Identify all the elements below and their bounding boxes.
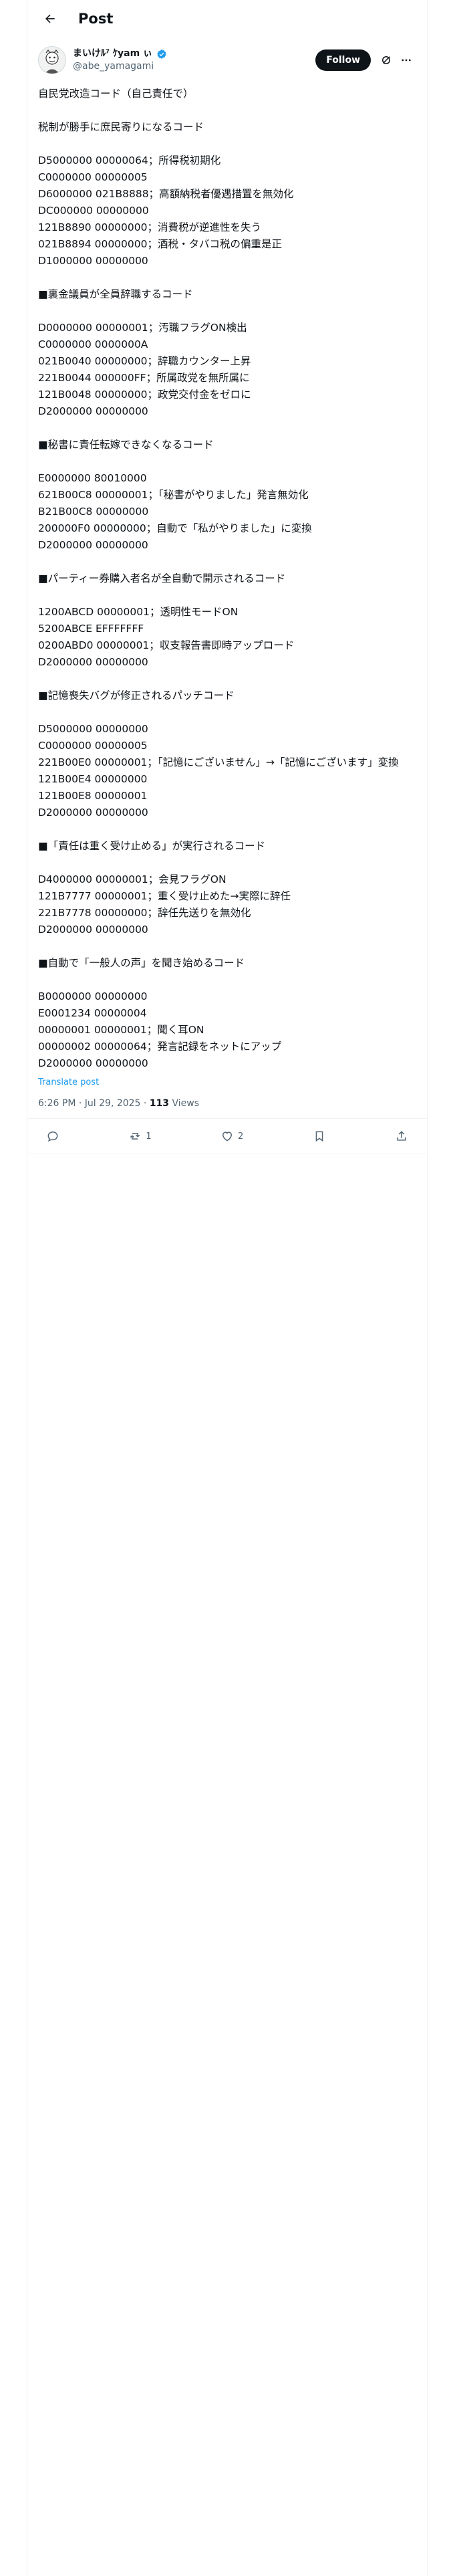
post-text-line: B21B00C8 00000000 <box>38 506 149 518</box>
heart-icon <box>222 1132 233 1142</box>
avatar-image-icon <box>45 49 59 74</box>
post-text-line: ■記憶喪失バグが修正されるパッチコード <box>38 689 235 702</box>
reply-button[interactable] <box>46 1130 59 1143</box>
meta-separator: · <box>78 1098 85 1109</box>
post-text-line: 121B8890 00000000；消費税が逆進性を失う <box>38 221 261 233</box>
back-button[interactable] <box>38 7 62 31</box>
post-text-line <box>38 704 416 721</box>
post-text-line: ■パーティー券購入者名が全自動で開示されるコード <box>38 572 286 584</box>
post-text-line: 0200ABD0 00000001；収支報告書即時アップロード <box>38 639 295 651</box>
post-text-line <box>38 671 416 687</box>
like-count: 2 <box>238 1131 244 1142</box>
more-options-button[interactable] <box>396 50 416 70</box>
top-bar: Post <box>27 0 427 37</box>
post-text-line: 121B00E4 00000000 <box>38 773 148 785</box>
post-text-line: 221B00E0 00000001；「記憶にございません」→「記憶にございます」… <box>38 756 399 768</box>
post-text-line <box>38 102 416 119</box>
post-text-line <box>38 587 416 604</box>
post-text: 自民党改造コード（自己責任で） 税制が勝手に庶民寄りになるコード D500000… <box>27 78 427 1072</box>
post-text-line: 221B0044 000000FF；所属政党を無所属に <box>38 372 250 384</box>
meta-separator: · <box>143 1098 150 1109</box>
post-text-line: D4000000 00000001；会見フラグON <box>38 873 227 885</box>
post-text-line: 121B7777 00000001；重く受け止めた→実際に辞任 <box>38 890 291 902</box>
repost-icon <box>130 1133 140 1140</box>
post-text-line: C0000000 00000005 <box>38 171 148 183</box>
post-text-line: E0000000 80010000 <box>38 472 147 484</box>
like-button[interactable]: 2 <box>220 1130 243 1143</box>
page-title: Post <box>78 11 114 27</box>
post-text-line: D1000000 00000000 <box>38 255 148 267</box>
post-meta: 6:26 PM · Jul 29, 2025 · 113 Views <box>27 1087 427 1119</box>
post-text-line: C0000000 0000000A <box>38 338 148 350</box>
post-text-line: D6000000 021B8888；高額納税者優遇措置を無効化 <box>38 188 294 200</box>
post-text-line: 00000001 00000001；聞く耳ON <box>38 1024 204 1036</box>
post-text-line: ■「責任は重く受け止める」が実行されるコード <box>38 840 266 852</box>
author-info: まいけﾙ⁷ ｹyam ぃ @abe_yamagami <box>73 47 315 73</box>
post-text-line: D2000000 00000000 <box>38 405 148 417</box>
author-handle[interactable]: @abe_yamagami <box>73 60 315 73</box>
post-text-line <box>38 855 416 871</box>
grok-button[interactable] <box>376 50 396 70</box>
post-text-line <box>38 972 416 988</box>
repost-count: 1 <box>146 1131 152 1142</box>
views-label: Views <box>172 1098 200 1109</box>
post-text-line: 021B0040 00000000；辞職カウンター上昇 <box>38 355 251 367</box>
grok-icon <box>382 56 390 64</box>
post-text-line: 200000F0 00000000；自動で「私がやりました」に変換 <box>38 522 312 534</box>
post-text-line <box>38 420 416 437</box>
translate-post-link[interactable]: Translate post <box>27 1072 427 1087</box>
post-text-line: D0000000 00000001；汚職フラグON検出 <box>38 322 247 334</box>
avatar[interactable] <box>38 46 66 74</box>
post-text-line: 5200ABCE EFFFFFFF <box>38 623 144 635</box>
more-icon <box>402 59 411 62</box>
post-text-line <box>38 303 416 320</box>
post-text-line: 621B00C8 00000001；「秘書がやりました」発言無効化 <box>38 489 309 501</box>
share-icon <box>397 1131 406 1141</box>
post-text-line: D2000000 00000000 <box>38 656 148 668</box>
post-date[interactable]: Jul 29, 2025 <box>85 1098 141 1109</box>
post-text-line: D2000000 00000000 <box>38 924 148 936</box>
post-text-line: B0000000 00000000 <box>38 990 148 1002</box>
bookmark-icon <box>315 1131 323 1142</box>
bookmark-button[interactable] <box>313 1130 326 1143</box>
post-text-line: E0001234 00000004 <box>38 1007 147 1019</box>
post-text-line <box>38 453 416 470</box>
post-time[interactable]: 6:26 PM <box>38 1098 76 1109</box>
post-text-line: 自民党改造コード（自己責任で） <box>38 88 194 100</box>
action-bar: 1 2 <box>27 1119 427 1154</box>
post-text-line: DC000000 00000000 <box>38 205 149 217</box>
post-text-line <box>38 821 416 838</box>
post-text-line: D5000000 00000064；所得税初期化 <box>38 154 221 167</box>
post-header: まいけﾙ⁷ ｹyam ぃ @abe_yamagami Follow <box>27 37 427 78</box>
post-column: Post まいけﾙ⁷ ｹyam ぃ @abe_yamagami Follow 自… <box>27 0 428 2576</box>
post-text-line: 00000002 00000064；発言記録をネットにアップ <box>38 1041 282 1053</box>
share-button[interactable] <box>395 1130 408 1143</box>
post-text-line: D5000000 00000000 <box>38 723 148 735</box>
post-text-line: 221B7778 00000000；辞任先送りを無効化 <box>38 907 251 919</box>
post-text-line: D2000000 00000000 <box>38 1057 148 1069</box>
post-text-line: ■秘書に責任転嫁できなくなるコード <box>38 439 214 451</box>
post-text-line: 税制が勝手に庶民寄りになるコード <box>38 121 204 133</box>
post-text-line: 021B8894 00000000；酒税・タバコ税の偏重是正 <box>38 238 282 250</box>
post-text-line: D2000000 00000000 <box>38 807 148 819</box>
post-text-line: C0000000 00000005 <box>38 740 148 752</box>
post-text-line <box>38 270 416 286</box>
post-text-line: 121B0048 00000000；政党交付金をゼロに <box>38 389 251 401</box>
post-text-line <box>38 554 416 570</box>
follow-button[interactable]: Follow <box>315 49 371 71</box>
post-text-line: ■裏金議員が全員辞職するコード <box>38 288 193 300</box>
post-text-line <box>38 136 416 152</box>
post-text-line: D2000000 00000000 <box>38 539 148 551</box>
repost-button[interactable]: 1 <box>128 1130 152 1143</box>
display-name-text: まいけﾙ⁷ ｹyam ぃ <box>73 48 153 59</box>
author-display-name[interactable]: まいけﾙ⁷ ｹyam ぃ <box>73 47 315 60</box>
reply-icon <box>47 1131 58 1142</box>
post-text-line: ■自動で「一般人の声」を聞き始めるコード <box>38 957 245 969</box>
verified-badge-icon <box>156 49 167 60</box>
arrow-left-icon <box>45 14 55 23</box>
post-text-line: 1200ABCD 00000001；透明性モードON <box>38 606 239 618</box>
post-text-line <box>38 938 416 955</box>
post-text-line: 121B00E8 00000001 <box>38 790 148 802</box>
views-count: 113 <box>149 1098 170 1109</box>
